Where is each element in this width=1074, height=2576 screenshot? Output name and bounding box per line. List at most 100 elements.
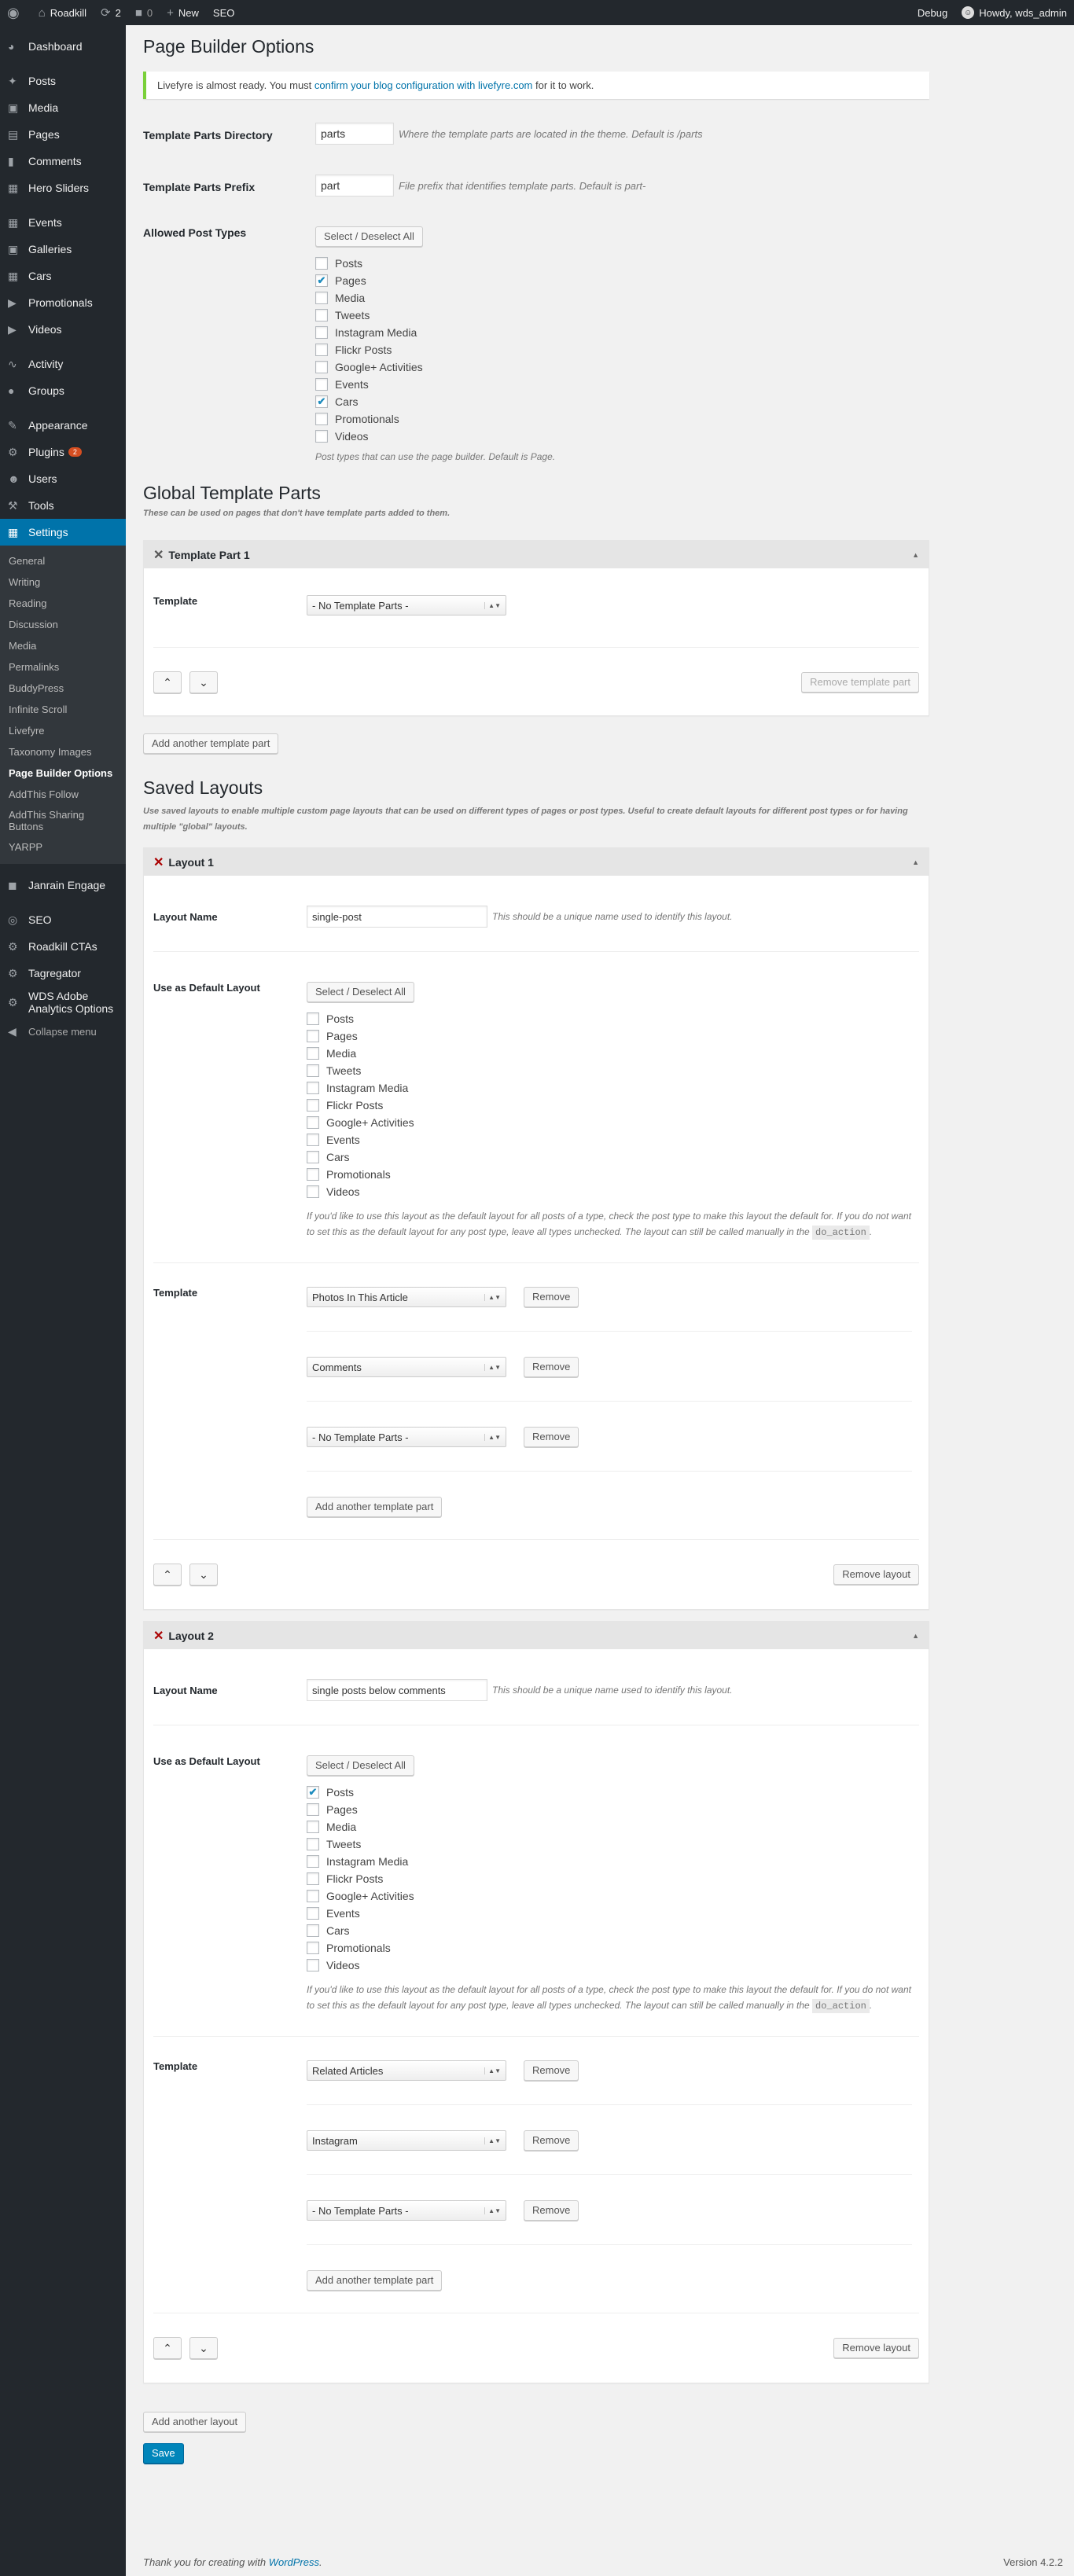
settings-submenu-item[interactable]: Page Builder Options xyxy=(0,763,126,784)
new-content-link[interactable]: + New xyxy=(160,0,206,25)
layout-post-type-checkbox[interactable]: Promotionals xyxy=(307,1939,912,1957)
layout-post-type-checkbox[interactable]: Flickr Posts xyxy=(307,1097,912,1114)
collapse-triangle-icon[interactable]: ▲ xyxy=(912,858,919,866)
layout-post-type-checkbox[interactable]: Events xyxy=(307,1131,912,1148)
checkbox-icon[interactable] xyxy=(307,1047,319,1060)
site-name-link[interactable]: ⌂ Roadkill xyxy=(31,0,94,25)
updates-link[interactable]: ⟳ 2 xyxy=(94,0,128,25)
checkmark-icon[interactable]: ✔ xyxy=(307,1786,319,1799)
layout-post-type-checkbox[interactable]: Instagram Media xyxy=(307,1079,912,1097)
layout-post-type-checkbox[interactable]: Videos xyxy=(307,1957,912,1974)
layout-post-type-checkbox[interactable]: ✔ Posts xyxy=(307,1784,912,1801)
close-icon[interactable]: ✕ xyxy=(153,547,164,563)
menu-item-cars[interactable]: ▦ Cars xyxy=(0,263,126,289)
menu-item-videos[interactable]: ▶ Videos xyxy=(0,316,126,343)
template-select[interactable]: - No Template Parts - ▲▼ xyxy=(307,2200,506,2221)
template-select[interactable]: Comments ▲▼ xyxy=(307,1357,506,1377)
settings-submenu-item[interactable]: General xyxy=(0,550,126,571)
allowed-post-type-checkbox[interactable]: Flickr Posts xyxy=(315,341,555,358)
layout-post-type-checkbox[interactable]: Events xyxy=(307,1905,912,1922)
move-up-button[interactable]: ⌃ xyxy=(153,2337,182,2359)
allowed-post-type-checkbox[interactable]: Promotionals xyxy=(315,410,555,428)
layout-post-type-checkbox[interactable]: Videos xyxy=(307,1183,912,1200)
checkbox-icon[interactable] xyxy=(307,1821,319,1833)
move-down-button[interactable]: ⌄ xyxy=(189,1564,218,1586)
menu-item-posts[interactable]: ✦ Posts xyxy=(0,68,126,94)
layout-post-type-checkbox[interactable]: Flickr Posts xyxy=(307,1870,912,1887)
checkbox-icon[interactable] xyxy=(315,344,328,356)
template-select[interactable]: - No Template Parts - ▲▼ xyxy=(307,595,506,616)
settings-submenu-item[interactable]: Media xyxy=(0,635,126,656)
checkbox-icon[interactable] xyxy=(307,1030,319,1042)
menu-item-pages[interactable]: ▤ Pages xyxy=(0,121,126,148)
my-account-link[interactable]: ☺ Howdy, wds_admin xyxy=(954,0,1074,25)
layout-post-type-checkbox[interactable]: Instagram Media xyxy=(307,1853,912,1870)
collapse-menu-button[interactable]: ◀ Collapse menu xyxy=(0,1018,126,1045)
menu-item-plugins[interactable]: ⚙ Plugins 2 xyxy=(0,439,126,465)
remove-template-part-button[interactable]: Remove template part xyxy=(801,672,919,693)
settings-submenu-item[interactable]: Permalinks xyxy=(0,656,126,678)
checkbox-icon[interactable] xyxy=(307,1064,319,1077)
checkbox-icon[interactable] xyxy=(315,257,328,270)
remove-template-button[interactable]: Remove xyxy=(524,1357,579,1377)
add-template-part-button[interactable]: Add another template part xyxy=(307,1497,443,1517)
checkmark-icon[interactable]: ✔ xyxy=(315,274,328,287)
save-button[interactable]: Save xyxy=(143,2443,184,2464)
allowed-post-type-checkbox[interactable]: Events xyxy=(315,376,555,393)
layout-post-type-checkbox[interactable]: Media xyxy=(307,1045,912,1062)
layout-post-type-checkbox[interactable]: Pages xyxy=(307,1027,912,1045)
delete-icon[interactable]: ✕ xyxy=(153,854,164,870)
checkbox-icon[interactable] xyxy=(307,1803,319,1816)
checkbox-icon[interactable] xyxy=(307,1116,319,1129)
settings-submenu-item[interactable]: Infinite Scroll xyxy=(0,699,126,720)
checkbox-icon[interactable] xyxy=(307,1168,319,1181)
checkbox-icon[interactable] xyxy=(307,1134,319,1146)
checkbox-icon[interactable] xyxy=(307,1099,319,1112)
checkbox-icon[interactable] xyxy=(307,1151,319,1163)
template-select[interactable]: Related Articles ▲▼ xyxy=(307,2060,506,2081)
layout-name-input[interactable] xyxy=(307,1679,487,1701)
checkbox-icon[interactable] xyxy=(307,1924,319,1937)
checkbox-icon[interactable] xyxy=(307,1959,319,1972)
checkbox-icon[interactable] xyxy=(307,1855,319,1868)
layout-post-type-checkbox[interactable]: Media xyxy=(307,1818,912,1836)
move-up-button[interactable]: ⌃ xyxy=(153,1564,182,1586)
layout-post-type-checkbox[interactable]: Cars xyxy=(307,1148,912,1166)
template-select[interactable]: Photos In This Article ▲▼ xyxy=(307,1287,506,1307)
settings-submenu-item[interactable]: AddThis Follow xyxy=(0,784,126,805)
allowed-post-type-checkbox[interactable]: Instagram Media xyxy=(315,324,555,341)
layout-post-type-checkbox[interactable]: Tweets xyxy=(307,1062,912,1079)
delete-icon[interactable]: ✕ xyxy=(153,1628,164,1644)
checkbox-icon[interactable] xyxy=(315,292,328,304)
menu-item-activity[interactable]: ∿ Activity xyxy=(0,351,126,377)
allowed-post-type-checkbox[interactable]: Google+ Activities xyxy=(315,358,555,376)
menu-item-seo[interactable]: ◎ SEO xyxy=(0,906,126,933)
checkmark-icon[interactable]: ✔ xyxy=(315,395,328,408)
livefyre-confirm-link[interactable]: confirm your blog configuration with liv… xyxy=(314,79,532,91)
remove-template-button[interactable]: Remove xyxy=(524,1287,579,1307)
checkbox-icon[interactable] xyxy=(315,309,328,322)
allowed-post-type-checkbox[interactable]: Videos xyxy=(315,428,555,445)
menu-item-dashboard[interactable]: ◕ Dashboard xyxy=(0,33,126,60)
layout-post-type-checkbox[interactable]: Pages xyxy=(307,1801,912,1818)
add-template-part-button[interactable]: Add another template part xyxy=(307,2270,443,2291)
menu-item-hero-sliders[interactable]: ▦ Hero Sliders xyxy=(0,175,126,201)
move-down-button[interactable]: ⌄ xyxy=(189,2337,218,2359)
wordpress-link[interactable]: WordPress xyxy=(269,2556,319,2568)
layout-post-type-checkbox[interactable]: Google+ Activities xyxy=(307,1114,912,1131)
remove-template-button[interactable]: Remove xyxy=(524,2200,579,2221)
remove-layout-button[interactable]: Remove layout xyxy=(833,1564,919,1585)
checkbox-icon[interactable] xyxy=(315,326,328,339)
layout-post-type-checkbox[interactable]: Tweets xyxy=(307,1836,912,1853)
move-up-button[interactable]: ⌃ xyxy=(153,671,182,693)
settings-submenu-item[interactable]: AddThis Sharing Buttons xyxy=(0,805,94,836)
allowed-post-type-checkbox[interactable]: ✔ Pages xyxy=(315,272,555,289)
layout-post-type-checkbox[interactable]: Cars xyxy=(307,1922,912,1939)
checkbox-icon[interactable] xyxy=(307,1890,319,1902)
allowed-post-type-checkbox[interactable]: ✔ Cars xyxy=(315,393,555,410)
layout-post-type-checkbox[interactable]: Posts xyxy=(307,1010,912,1027)
settings-submenu-item[interactable]: Livefyre xyxy=(0,720,126,741)
checkbox-icon[interactable] xyxy=(315,361,328,373)
checkbox-icon[interactable] xyxy=(307,1082,319,1094)
layout-post-type-checkbox[interactable]: Google+ Activities xyxy=(307,1887,912,1905)
